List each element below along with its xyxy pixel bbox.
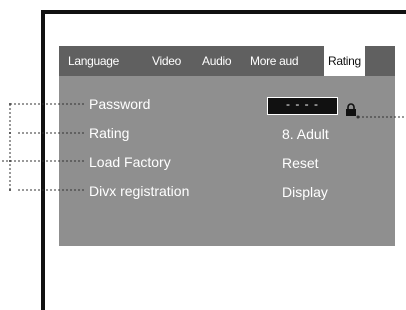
load-factory-value[interactable]: Reset bbox=[282, 155, 319, 171]
tab-language[interactable]: Language bbox=[68, 54, 119, 68]
rating-label[interactable]: Rating bbox=[89, 125, 129, 141]
lock-icon bbox=[346, 103, 356, 116]
tab-more-audio[interactable]: More aud bbox=[250, 54, 299, 68]
tab-video[interactable]: Video bbox=[152, 54, 181, 68]
tab-rating[interactable]: Rating bbox=[324, 46, 365, 76]
password-label[interactable]: Password bbox=[89, 96, 150, 112]
divx-registration-label[interactable]: Divx registration bbox=[89, 183, 189, 199]
divx-registration-value[interactable]: Display bbox=[282, 184, 328, 200]
tab-audio[interactable]: Audio bbox=[202, 54, 232, 68]
rating-value[interactable]: 8. Adult bbox=[282, 126, 329, 142]
password-field[interactable]: - - - - bbox=[267, 97, 338, 115]
setup-menu-panel: Language Video Audio More aud Rating bbox=[59, 46, 395, 246]
setup-tab-bar: Language Video Audio More aud Rating bbox=[59, 46, 395, 76]
load-factory-label[interactable]: Load Factory bbox=[89, 154, 171, 170]
